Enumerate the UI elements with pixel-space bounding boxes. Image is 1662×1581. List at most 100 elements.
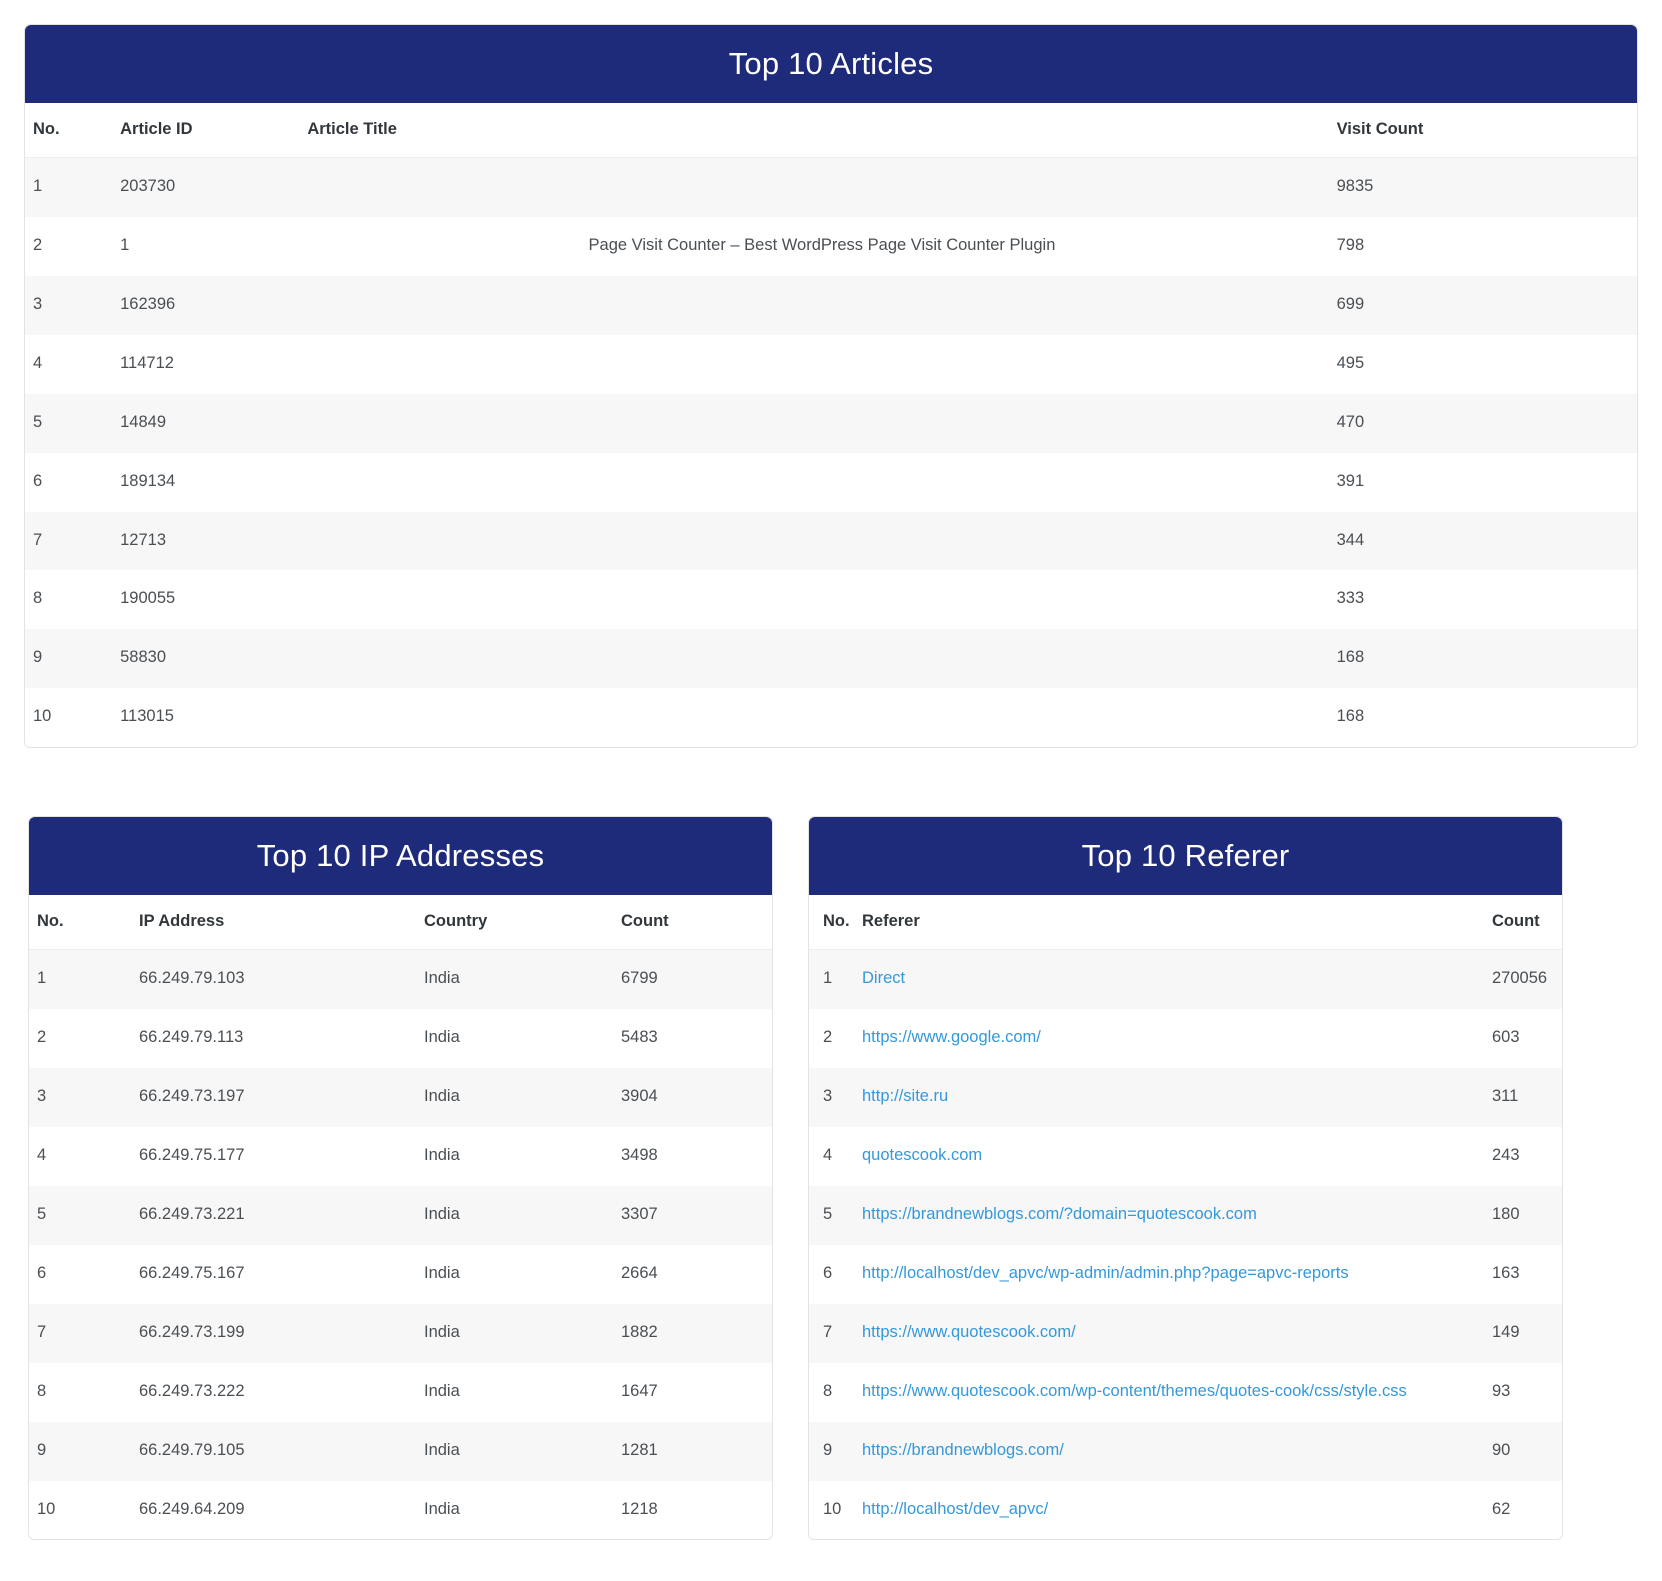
table-head: No. Referer Count xyxy=(809,895,1563,950)
cell-article-title xyxy=(307,688,1336,747)
table-row: 6 66.249.75.167 India 2664 xyxy=(29,1245,773,1304)
cell-visit-count: 9835 xyxy=(1337,158,1637,217)
cell-count: 93 xyxy=(1492,1363,1563,1422)
table-row: 6 189134 391 xyxy=(25,453,1637,512)
table-body: 1 Direct 270056 2 https://www.google.com… xyxy=(809,950,1563,1540)
cell-count: 311 xyxy=(1492,1068,1563,1127)
cell-article-id: 12713 xyxy=(120,512,307,571)
cell-no: 3 xyxy=(25,276,120,335)
cell-article-id: 190055 xyxy=(120,570,307,629)
table-row: 8 190055 333 xyxy=(25,570,1637,629)
table-row: 5 66.249.73.221 India 3307 xyxy=(29,1186,773,1245)
table-row: 2 1 Page Visit Counter – Best WordPress … xyxy=(25,217,1637,276)
cell-ip-address: 66.249.79.113 xyxy=(139,1009,424,1068)
cell-no: 9 xyxy=(29,1422,139,1481)
column-header-article-title: Article Title xyxy=(307,103,1336,158)
cell-country: India xyxy=(424,1127,621,1186)
top-referer-table: No. Referer Count 1 Direct 270056 2 http… xyxy=(809,895,1563,1539)
cell-article-id: 58830 xyxy=(120,629,307,688)
cell-no: 9 xyxy=(809,1422,862,1481)
table-row: 7 https://www.quotescook.com/ 149 xyxy=(809,1304,1563,1363)
table-row: 4 66.249.75.177 India 3498 xyxy=(29,1127,773,1186)
cell-no: 8 xyxy=(809,1363,862,1422)
referer-link[interactable]: http://localhost/dev_apvc/ xyxy=(862,1500,1048,1518)
column-header-referer: Referer xyxy=(862,895,1492,950)
cell-count: 163 xyxy=(1492,1245,1563,1304)
column-header-no: No. xyxy=(809,895,862,950)
cell-count: 90 xyxy=(1492,1422,1563,1481)
cell-article-id: 203730 xyxy=(120,158,307,217)
referer-link[interactable]: https://www.quotescook.com/ xyxy=(862,1323,1076,1341)
cell-referer: https://brandnewblogs.com/?domain=quotes… xyxy=(862,1186,1492,1245)
table-row: 8 66.249.73.222 India 1647 xyxy=(29,1363,773,1422)
table-row: 4 quotescook.com 243 xyxy=(809,1127,1563,1186)
cell-no: 2 xyxy=(25,217,120,276)
cell-visit-count: 344 xyxy=(1337,512,1637,571)
table-row: 5 https://brandnewblogs.com/?domain=quot… xyxy=(809,1186,1563,1245)
cell-no: 3 xyxy=(29,1068,139,1127)
cell-ip-address: 66.249.79.103 xyxy=(139,950,424,1009)
cell-referer: Direct xyxy=(862,950,1492,1009)
cell-article-id: 114712 xyxy=(120,335,307,394)
cell-no: 10 xyxy=(809,1481,862,1540)
cell-country: India xyxy=(424,1009,621,1068)
table-row: 3 162396 699 xyxy=(25,276,1637,335)
cell-article-title xyxy=(307,453,1336,512)
cell-visit-count: 168 xyxy=(1337,629,1637,688)
table-row: 3 66.249.73.197 India 3904 xyxy=(29,1068,773,1127)
cell-ip-address: 66.249.73.222 xyxy=(139,1363,424,1422)
cell-article-id: 189134 xyxy=(120,453,307,512)
cell-referer: http://localhost/dev_apvc/wp-admin/admin… xyxy=(862,1245,1492,1304)
cell-country: India xyxy=(424,1422,621,1481)
table-header-row: No. IP Address Country Count xyxy=(29,895,773,950)
cell-count: 243 xyxy=(1492,1127,1563,1186)
referer-link[interactable]: https://brandnewblogs.com/?domain=quotes… xyxy=(862,1205,1257,1223)
table-row: 3 http://site.ru 311 xyxy=(809,1068,1563,1127)
cell-no: 4 xyxy=(809,1127,862,1186)
table-row: 7 66.249.73.199 India 1882 xyxy=(29,1304,773,1363)
referer-link[interactable]: https://brandnewblogs.com/ xyxy=(862,1441,1064,1459)
referer-link[interactable]: https://www.google.com/ xyxy=(862,1028,1041,1046)
table-header-row: No. Referer Count xyxy=(809,895,1563,950)
referer-link[interactable]: http://localhost/dev_apvc/wp-admin/admin… xyxy=(862,1264,1349,1282)
column-header-ip-address: IP Address xyxy=(139,895,424,950)
cell-no: 1 xyxy=(25,158,120,217)
cell-count: 62 xyxy=(1492,1481,1563,1540)
cell-referer: http://site.ru xyxy=(862,1068,1492,1127)
cell-article-title xyxy=(307,335,1336,394)
cell-ip-address: 66.249.73.221 xyxy=(139,1186,424,1245)
cell-article-title xyxy=(307,276,1336,335)
table-row: 8 https://www.quotescook.com/wp-content/… xyxy=(809,1363,1563,1422)
cell-visit-count: 798 xyxy=(1337,217,1637,276)
cell-visit-count: 391 xyxy=(1337,453,1637,512)
cell-country: India xyxy=(424,1363,621,1422)
cell-article-id: 162396 xyxy=(120,276,307,335)
cell-country: India xyxy=(424,1186,621,1245)
cell-ip-address: 66.249.64.209 xyxy=(139,1481,424,1540)
cell-count: 3904 xyxy=(621,1068,773,1127)
table-body: 1 203730 9835 2 1 Page Visit Counter – B… xyxy=(25,158,1637,748)
table-head: No. IP Address Country Count xyxy=(29,895,773,950)
referer-link[interactable]: http://site.ru xyxy=(862,1087,948,1105)
cell-count: 180 xyxy=(1492,1186,1563,1245)
cell-no: 7 xyxy=(809,1304,862,1363)
cell-count: 6799 xyxy=(621,950,773,1009)
cell-article-title xyxy=(307,394,1336,453)
table-row: 10 113015 168 xyxy=(25,688,1637,747)
cell-article-title: Page Visit Counter – Best WordPress Page… xyxy=(307,217,1336,276)
cell-no: 7 xyxy=(25,512,120,571)
cell-no: 1 xyxy=(809,950,862,1009)
referer-link[interactable]: https://www.quotescook.com/wp-content/th… xyxy=(862,1382,1407,1400)
cell-country: India xyxy=(424,1304,621,1363)
cell-visit-count: 470 xyxy=(1337,394,1637,453)
cell-ip-address: 66.249.73.197 xyxy=(139,1068,424,1127)
referer-link[interactable]: quotescook.com xyxy=(862,1146,982,1164)
cell-article-id: 14849 xyxy=(120,394,307,453)
cell-ip-address: 66.249.75.167 xyxy=(139,1245,424,1304)
table-row: 1 66.249.79.103 India 6799 xyxy=(29,950,773,1009)
cell-country: India xyxy=(424,1245,621,1304)
referer-link[interactable]: Direct xyxy=(862,969,905,987)
cell-no: 6 xyxy=(29,1245,139,1304)
top-ip-addresses-title: Top 10 IP Addresses xyxy=(29,817,772,895)
cell-visit-count: 168 xyxy=(1337,688,1637,747)
